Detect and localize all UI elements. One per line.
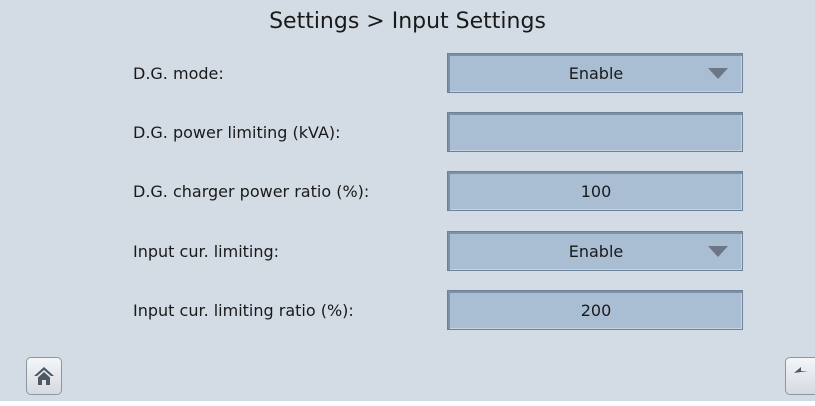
setting-row-input-cur-limiting: Input cur. limiting: Enable: [0, 231, 815, 273]
back-button[interactable]: [785, 357, 815, 395]
input-cur-limiting-ratio-value: 200: [580, 301, 612, 320]
dg-power-limiting-value: [448, 113, 744, 153]
dropdown-arrow-icon: [708, 246, 728, 257]
back-arrow-icon: [794, 367, 808, 373]
input-cur-limiting-ratio-input[interactable]: 200: [447, 290, 743, 330]
input-cur-limiting-value: Enable: [568, 242, 624, 261]
home-button[interactable]: [26, 357, 62, 395]
setting-row-input-cur-limiting-ratio: Input cur. limiting ratio (%): 200: [0, 290, 815, 332]
settings-screen: Settings > Input Settings D.G. mode: Ena…: [0, 0, 815, 401]
dg-mode-value: Enable: [568, 64, 624, 83]
input-cur-limiting-label: Input cur. limiting:: [133, 242, 280, 261]
dg-charger-power-ratio-value: 100: [580, 182, 612, 201]
home-icon: [34, 367, 54, 385]
setting-row-dg-power-limiting: D.G. power limiting (kVA):: [0, 112, 815, 154]
page-title: Settings > Input Settings: [269, 9, 546, 34]
dg-mode-label: D.G. mode:: [133, 64, 224, 83]
dg-charger-power-ratio-input[interactable]: 100: [447, 171, 743, 211]
dg-mode-dropdown[interactable]: Enable: [447, 53, 743, 93]
setting-row-dg-charger-power-ratio: D.G. charger power ratio (%): 100: [0, 171, 815, 213]
input-cur-limiting-dropdown[interactable]: Enable: [447, 231, 743, 271]
dropdown-arrow-icon: [708, 68, 728, 79]
input-cur-limiting-ratio-label: Input cur. limiting ratio (%):: [133, 301, 354, 320]
setting-row-dg-mode: D.G. mode: Enable: [0, 53, 815, 95]
dg-charger-power-ratio-label: D.G. charger power ratio (%):: [133, 182, 370, 201]
dg-power-limiting-input[interactable]: [447, 112, 743, 152]
dg-power-limiting-label: D.G. power limiting (kVA):: [133, 123, 341, 142]
